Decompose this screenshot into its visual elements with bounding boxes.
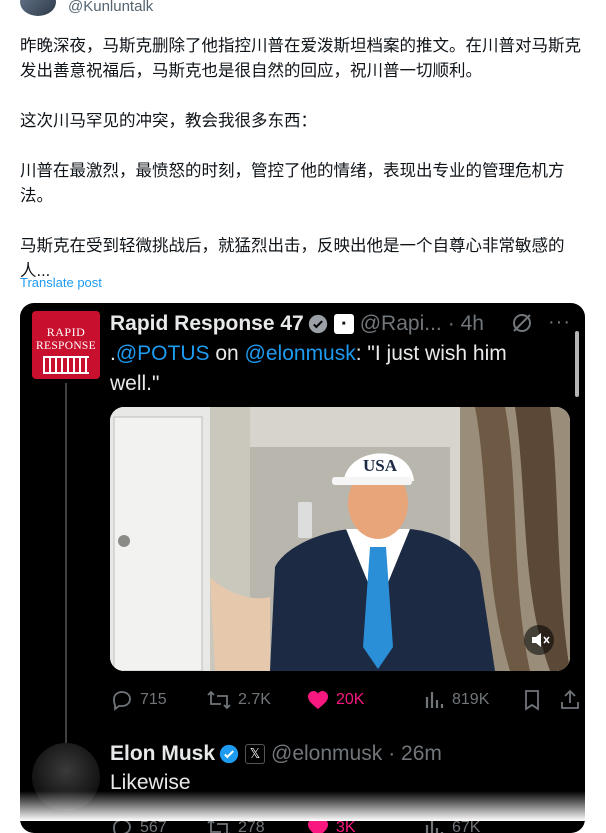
- verified-badge-icon: [308, 314, 327, 334]
- heart-icon: [308, 691, 328, 709]
- like-count: 20K: [336, 691, 365, 708]
- like-button[interactable]: 20K: [306, 685, 364, 715]
- avatar-text-line: RESPONSE: [36, 340, 96, 352]
- more-options-icon[interactable]: ···: [548, 311, 571, 334]
- views-count: 819K: [452, 691, 490, 708]
- views-icon: [425, 692, 444, 708]
- author-avatar[interactable]: [20, 0, 56, 16]
- share-icon: [561, 689, 579, 709]
- quoted-text: .@POTUS on @elonmusk: "I just wish him w…: [110, 339, 550, 399]
- repost-count: 278: [238, 819, 265, 833]
- bookmark-icon: [525, 690, 539, 711]
- scrollbar[interactable]: [575, 331, 579, 397]
- views-count: 67K: [452, 819, 481, 833]
- quoted-name[interactable]: Rapid Response 47: [110, 312, 304, 336]
- reply-count: 567: [140, 819, 167, 833]
- repost-icon: [207, 690, 231, 710]
- quoted-timestamp[interactable]: · 4h: [448, 312, 484, 336]
- post-paragraph: 马斯克在受到轻微挑战后，就猛烈出击，反映出他是一个自尊心非常敏感的人...: [20, 237, 565, 280]
- like-count: 3K: [336, 819, 356, 833]
- translate-post-link[interactable]: Translate post: [20, 275, 102, 290]
- quoted-action-bar: 715 2.7K 20K 819K: [110, 685, 580, 715]
- quoted-header: Rapid Response 47 ■ @Rapi... · 4h: [110, 309, 484, 339]
- bottom-fade: [0, 791, 606, 821]
- author-handle[interactable]: @Kunluntalk: [68, 0, 153, 15]
- mute-icon[interactable]: [524, 625, 554, 655]
- reply-count: 715: [140, 691, 167, 708]
- avatar-text-line: RAPID: [46, 325, 86, 339]
- grok-icon[interactable]: [510, 311, 534, 335]
- post-paragraph: 川普在最激烈，最愤怒的时刻，管控了他的情绪，表现出专业的管理危机方法。: [20, 162, 565, 205]
- rapid-response-avatar[interactable]: RAPID RESPONSE: [32, 311, 100, 379]
- reply-icon: [113, 691, 131, 711]
- reply-header: Elon Musk 𝕏 @elonmusk · 26m: [110, 739, 442, 769]
- views-button[interactable]: 819K: [422, 685, 489, 715]
- cap-text: USA: [363, 456, 398, 475]
- mention-potus[interactable]: @POTUS: [116, 342, 210, 365]
- video-frame: USA: [110, 407, 570, 671]
- post-paragraph: 昨晚深夜，马斯克删除了他指控川普在爱泼斯坦档案的推文。在川普对马斯克发出善意祝福…: [20, 37, 581, 80]
- quoted-screenshot[interactable]: RAPID RESPONSE Rapid Response 47 ■ @Rapi…: [20, 303, 585, 833]
- text-fragment: on: [209, 342, 245, 365]
- white-house-icon: [43, 356, 89, 374]
- video-player[interactable]: USA: [110, 407, 570, 671]
- post-body: 昨晚深夜，马斯克删除了他指控川普在爱泼斯坦档案的推文。在川普对马斯克发出善意祝福…: [20, 34, 590, 284]
- reply-handle[interactable]: @elonmusk: [271, 742, 382, 766]
- x-affiliation-icon: 𝕏: [245, 744, 266, 764]
- reply-button[interactable]: 715: [110, 685, 167, 715]
- reply-timestamp[interactable]: · 26m: [388, 742, 442, 766]
- reply-name[interactable]: Elon Musk: [110, 742, 215, 766]
- mention-elonmusk[interactable]: @elonmusk: [245, 342, 356, 365]
- verified-badge-icon: [219, 744, 239, 764]
- post-paragraph: 这次川马罕见的冲突，教会我很多东西：: [20, 112, 317, 130]
- quoted-handle[interactable]: @Rapi...: [360, 312, 442, 336]
- share-button[interactable]: [558, 685, 585, 715]
- thread-line: [65, 383, 67, 743]
- white-house-affiliation-icon: ■: [333, 314, 354, 334]
- repost-button[interactable]: 2.7K: [206, 685, 271, 715]
- repost-count: 2.7K: [238, 691, 271, 708]
- bookmark-button[interactable]: [520, 685, 550, 715]
